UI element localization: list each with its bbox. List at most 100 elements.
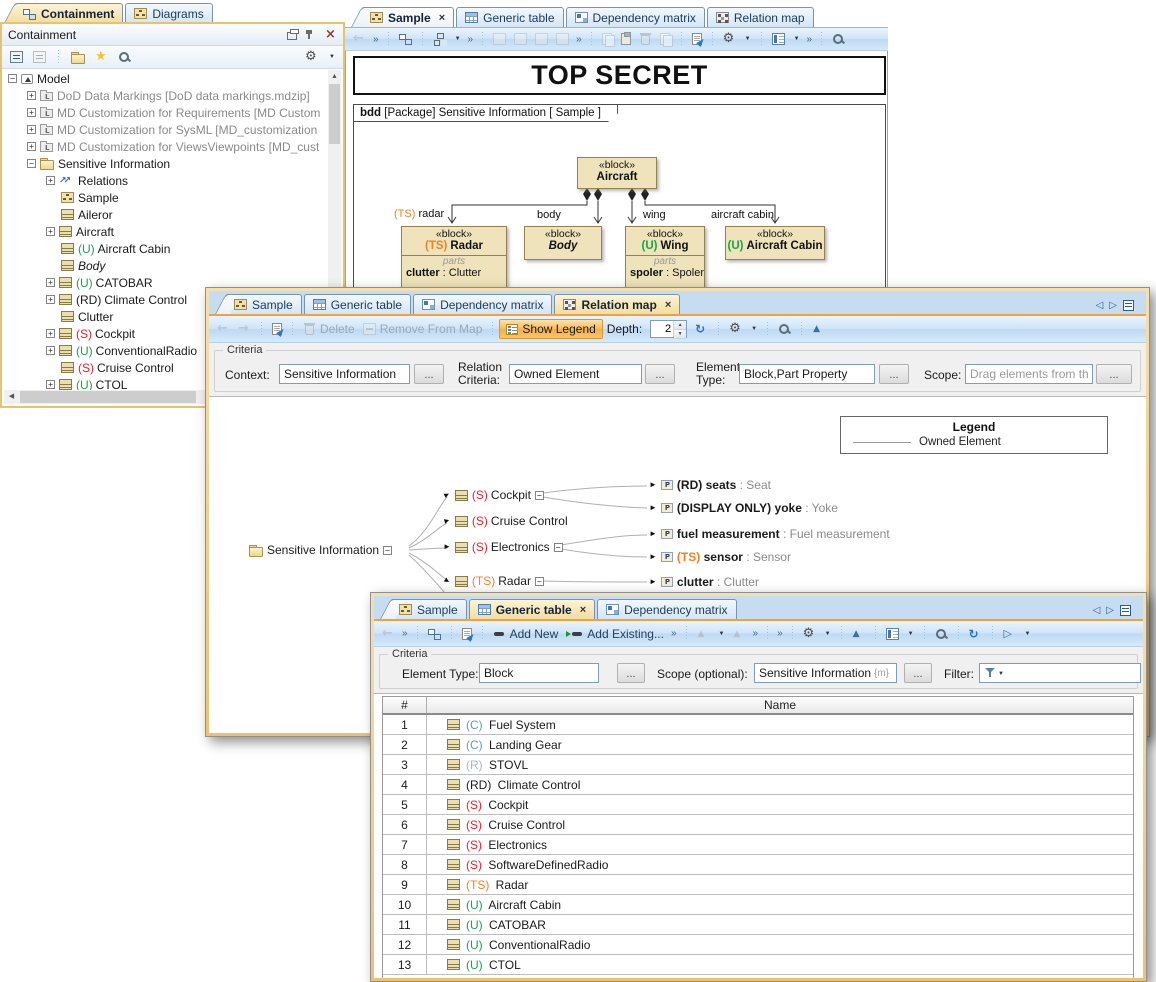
tree-item-md-customization-for-viewsviewpoints-md-cust[interactable]: +MD Customization for ViewsViewpoints [M…: [2, 138, 329, 155]
column-header-[interactable]: #: [383, 697, 427, 713]
tab-list-icon[interactable]: [1120, 605, 1131, 616]
expand-toggle[interactable]: +: [46, 380, 55, 389]
table-row-climate-control[interactable]: 4(RD) Climate Control: [383, 775, 1133, 795]
element-type-browse-button[interactable]: ...: [617, 663, 645, 683]
collapse-up-button[interactable]: [848, 624, 869, 644]
columns-button[interactable]: [768, 29, 789, 49]
scope-browse-button[interactable]: ...: [1096, 364, 1132, 384]
forward-button[interactable]: [234, 319, 255, 339]
dropdown-arrow-button[interactable]: ▼: [746, 319, 761, 339]
tab-generic-table[interactable]: Generic table: [304, 294, 411, 314]
settings-button[interactable]: [719, 29, 740, 49]
table-row-electronics[interactable]: 7(S) Electronics: [383, 835, 1133, 855]
collapse-toggle[interactable]: −: [554, 543, 563, 552]
tab-scroll-left-icon[interactable]: ◁: [1093, 605, 1101, 616]
expand-toggle[interactable]: +: [46, 278, 55, 287]
overflow-chevron-icon[interactable]: »: [576, 34, 582, 45]
back-button[interactable]: [378, 624, 399, 644]
tab-generic-table[interactable]: Generic table: [456, 7, 563, 27]
scroll-left-icon[interactable]: ◀: [4, 390, 19, 404]
scroll-up-icon[interactable]: ▲: [328, 70, 341, 83]
delete-button[interactable]: [635, 29, 656, 49]
collapse-toggle[interactable]: −: [535, 491, 544, 500]
relation-criteria-browse-button[interactable]: ...: [645, 364, 675, 384]
map-node-yoke[interactable]: ►(DISPLAY ONLY) yoke : Yoke: [649, 501, 838, 515]
search-button[interactable]: [774, 319, 795, 339]
depth-spinner[interactable]: ▲▼: [650, 320, 687, 338]
map-node-cockpit[interactable]: ►(S)Cockpit−: [443, 488, 544, 502]
context-browse-button[interactable]: ...: [414, 364, 444, 384]
delete-button[interactable]: Delete: [299, 319, 359, 339]
settings-button[interactable]: [725, 319, 746, 339]
spec-doc-button[interactable]: [688, 29, 706, 49]
tree-item-sample[interactable]: Sample: [2, 189, 329, 206]
overflow-chevron-icon[interactable]: »: [777, 628, 783, 639]
add-new-button[interactable]: Add New: [489, 624, 563, 644]
tab-close-icon[interactable]: ×: [665, 299, 671, 311]
diagram-canvas[interactable]: TOP SECRET: [345, 51, 888, 290]
expand-toggle[interactable]: +: [46, 176, 55, 185]
paste-button[interactable]: [617, 29, 635, 49]
tab-relation-map[interactable]: Relation map: [707, 7, 814, 27]
map-node-fuel-measurement[interactable]: ►fuel measurement : Fuel measurement: [649, 527, 890, 541]
tab-scroll-right-icon[interactable]: ▷: [1106, 605, 1114, 616]
tab-generic-table[interactable]: Generic table×: [469, 599, 595, 619]
map-node-sensor[interactable]: ►(TS) sensor : Sensor: [649, 550, 791, 564]
overflow-chevron-icon[interactable]: »: [402, 628, 408, 639]
tree-item-dod-data-markings-dod-data-markings-mdzip[interactable]: +DoD Data Markings [DoD data markings.md…: [2, 87, 329, 104]
favorites-button[interactable]: [91, 47, 112, 67]
containment-title-bar[interactable]: Containment: [2, 24, 343, 46]
expand-toggle[interactable]: +: [27, 142, 36, 151]
tree-item-relations[interactable]: +Relations: [2, 172, 329, 189]
overflow-chevron-icon[interactable]: »: [807, 34, 813, 45]
dropdown-arrow-button[interactable]: ▼: [714, 624, 729, 644]
collapse-up-button[interactable]: [808, 319, 829, 339]
block-cabin[interactable]: «block»(U)Aircraft Cabin: [725, 226, 825, 260]
search-button[interactable]: [931, 624, 952, 644]
map-node-electronics[interactable]: ►(S)Electronics−: [443, 540, 563, 554]
expand-toggle[interactable]: +: [27, 108, 36, 117]
refresh-button[interactable]: [965, 624, 986, 644]
context-field[interactable]: [279, 364, 410, 384]
table-row-catobar[interactable]: 11(U) CATOBAR: [383, 915, 1133, 935]
spec-doc-button[interactable]: [458, 624, 476, 644]
element-type-field[interactable]: [739, 364, 875, 384]
scope-browse-button[interactable]: ...: [904, 663, 932, 683]
tree-item-model[interactable]: −Model: [2, 70, 329, 87]
collapse-all-button[interactable]: [29, 47, 50, 67]
collapse-toggle[interactable]: −: [535, 577, 544, 586]
depth-input[interactable]: [651, 321, 673, 337]
tab-containment[interactable]: Containment: [14, 3, 123, 23]
spec-doc-button[interactable]: [268, 319, 286, 339]
back-button[interactable]: [213, 319, 234, 339]
dropdown-arrow-button[interactable]: ▼: [903, 624, 918, 644]
table-row-landing-gear[interactable]: 2(C) Landing Gear: [383, 735, 1133, 755]
containment-tree-button[interactable]: [395, 29, 416, 49]
spinner-up-icon[interactable]: ▲: [674, 321, 686, 330]
tab-relation-map[interactable]: Relation map×: [554, 294, 680, 314]
relation-criteria-field[interactable]: [509, 364, 642, 384]
map-node-sensitive-information[interactable]: Sensitive Information−: [249, 543, 392, 557]
copy-button[interactable]: [656, 29, 675, 49]
tree-item-sensitive-information[interactable]: −Sensitive Information: [2, 155, 329, 172]
scroll-thumb[interactable]: [329, 84, 340, 144]
add-existing-button[interactable]: Add Existing...: [562, 624, 668, 644]
tree-item-md-customization-for-requirements-md-custom[interactable]: +MD Customization for Requirements [MD C…: [2, 104, 329, 121]
table-row-cruise-control[interactable]: 6(S) Cruise Control: [383, 815, 1133, 835]
map-node-cruise-control[interactable]: ►(S)Cruise Control: [443, 514, 568, 528]
box-button[interactable]: [531, 29, 552, 49]
tab-close-icon[interactable]: ×: [439, 12, 445, 24]
tab-list-icon[interactable]: [1123, 300, 1134, 311]
map-node-clutter[interactable]: ►clutter : Clutter: [649, 575, 759, 589]
expand-toggle[interactable]: +: [46, 295, 55, 304]
overflow-chevron-icon[interactable]: »: [468, 34, 474, 45]
close-icon[interactable]: [324, 29, 337, 41]
map-node-seats[interactable]: ►(RD) seats : Seat: [649, 478, 771, 492]
tree-item-body[interactable]: Body: [2, 257, 329, 274]
search-button[interactable]: [114, 47, 135, 67]
tab-scroll-left-icon[interactable]: ◁: [1096, 300, 1104, 311]
dropdown-arrow-button[interactable]: ▼: [740, 29, 755, 49]
tab-scroll-right-icon[interactable]: ▷: [1109, 300, 1117, 311]
scope-field[interactable]: [965, 364, 1093, 384]
element-type-browse-button[interactable]: ...: [879, 364, 909, 384]
